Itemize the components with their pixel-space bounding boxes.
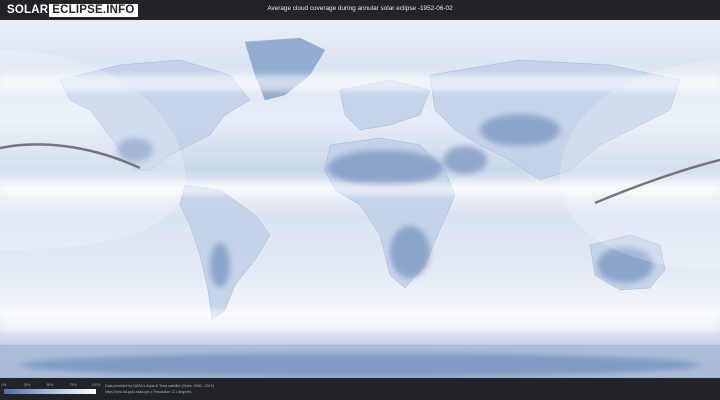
legend-color-bar — [4, 389, 96, 394]
legend-tick-75: 75% — [69, 383, 77, 387]
cloud-coverage-map — [0, 20, 720, 378]
southern-ocean-cloud-band — [0, 310, 720, 332]
legend-tick-25: 25% — [23, 383, 31, 387]
logo-text-solar: SOLAR — [7, 4, 49, 16]
central-asia-clear-zone — [480, 114, 560, 146]
page-title: Average cloud coverage during annular so… — [267, 5, 453, 12]
header-bar: SOLAR ECLIPSE.INFO Average cloud coverag… — [0, 0, 720, 20]
logo-text-eclipse-info: ECLIPSE.INFO — [49, 4, 138, 17]
southern-africa-clear-zone — [390, 226, 430, 278]
data-credit: Data provided by NASA's Aqua & Terra sat… — [105, 384, 214, 388]
legend-tick-0: 0% — [1, 383, 7, 387]
antarctic-clear-zone — [20, 353, 700, 377]
legend-tick-100: 100% — [91, 383, 101, 387]
legend-tick-50: 50% — [46, 383, 54, 387]
sahara-clear-zone — [327, 150, 443, 186]
data-source-link[interactable]: https://neo.sci.gsfc.nasa.gov | Resoluti… — [105, 390, 191, 394]
andes-clear-zone — [210, 243, 230, 287]
arabia-clear-zone — [443, 146, 487, 174]
site-logo[interactable]: SOLAR ECLIPSE.INFO — [7, 4, 138, 17]
footer-bar — [0, 378, 720, 400]
